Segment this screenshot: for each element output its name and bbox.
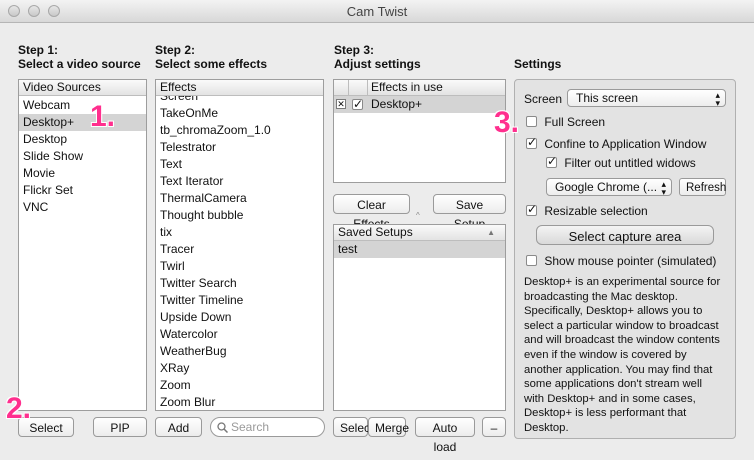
list-item[interactable]: Webcam — [19, 97, 146, 114]
search-placeholder: Search — [231, 420, 270, 434]
filter-untitled-checkbox[interactable] — [546, 154, 557, 168]
filter-untitled-option[interactable]: Filter out untitled widows — [546, 154, 696, 170]
list-item[interactable]: Twirl — [156, 258, 323, 275]
full-screen-option[interactable]: Full Screen — [526, 115, 605, 129]
step1-title: Select a video source — [18, 57, 141, 71]
confine-checkbox[interactable] — [526, 135, 537, 149]
window-title: Cam Twist — [346, 4, 408, 19]
step2-title: Select some effects — [155, 57, 268, 71]
step2-number: Step 2: — [155, 43, 196, 57]
step1-number: Step 1: — [18, 43, 59, 57]
list-item[interactable]: Twitter Search — [156, 275, 323, 292]
save-setup-button[interactable]: Save Setup — [433, 194, 506, 231]
video-sources-header[interactable]: Video Sources — [19, 80, 146, 96]
list-item[interactable]: Slide Show — [19, 148, 146, 165]
effect-in-use-label: Desktop+ — [371, 97, 423, 111]
show-pointer-label: Show mouse pointer (simulated) — [544, 254, 717, 268]
resizable-checkbox[interactable] — [526, 202, 537, 216]
add-effect-button[interactable]: Add — [155, 417, 202, 437]
auto-load-button[interactable]: Auto load — [415, 417, 475, 454]
step2-heading: Step 2: Select some effects — [155, 43, 267, 71]
saved-setups-list[interactable]: Saved Setups ▲ test — [333, 224, 506, 411]
step3-heading: Step 3: Adjust settings — [334, 43, 421, 71]
full-screen-checkbox[interactable] — [526, 116, 537, 127]
effect-in-use-row[interactable]: ✕ Desktop+ — [334, 96, 505, 113]
list-item[interactable]: Flickr Set — [19, 182, 146, 199]
list-item[interactable]: Zoom — [156, 377, 323, 394]
list-item[interactable]: Telestrator — [156, 139, 323, 156]
camtwist-window: Cam Twist Step 1: Select a video source … — [0, 0, 754, 460]
annotation-step-1: 1. — [90, 100, 116, 133]
remove-setup-button[interactable]: – — [482, 417, 506, 437]
column-divider — [349, 80, 368, 95]
list-item[interactable]: test — [334, 241, 505, 258]
effects-search-field[interactable]: Search — [210, 417, 325, 437]
remove-effect-icon[interactable]: ✕ — [336, 99, 346, 109]
pip-button[interactable]: PIP — [93, 417, 147, 437]
list-item[interactable]: TakeOnMe — [156, 105, 323, 122]
resizable-label: Resizable selection — [544, 204, 648, 218]
select-setup-button[interactable]: Select — [333, 417, 373, 437]
step3-title: Adjust settings — [334, 57, 421, 71]
filter-untitled-label: Filter out untitled widows — [564, 156, 696, 170]
saved-setups-header[interactable]: Saved Setups ▲ — [334, 225, 505, 241]
list-item[interactable]: XRay — [156, 360, 323, 377]
search-icon — [217, 422, 228, 433]
list-item[interactable]: WeatherBug — [156, 343, 323, 360]
select-capture-area-button[interactable]: Select capture area — [536, 225, 714, 245]
screen-label: Screen — [524, 92, 563, 106]
refresh-button[interactable]: Refresh — [679, 178, 726, 196]
effects-in-use-title: Effects in use — [371, 80, 443, 94]
popup-arrows-icon: ▴ ▾ — [715, 90, 720, 108]
annotation-step-2: 2. — [6, 392, 32, 425]
list-item[interactable]: Text — [156, 156, 323, 173]
screen-popup-value: This screen — [576, 91, 639, 105]
step1-heading: Step 1: Select a video source — [18, 43, 141, 71]
settings-heading: Settings — [514, 57, 562, 71]
list-item[interactable]: ThermalCamera — [156, 190, 323, 207]
effects-list[interactable]: Effects Screen TakeOnMe tb_chromaZoom_1.… — [155, 79, 324, 411]
annotation-step-3: 3. — [494, 106, 520, 139]
video-sources-list[interactable]: Video Sources Webcam Desktop+ Desktop Sl… — [18, 79, 147, 411]
step3-number: Step 3: — [334, 43, 375, 57]
list-item[interactable]: Watercolor — [156, 326, 323, 343]
show-pointer-option[interactable]: Show mouse pointer (simulated) — [526, 254, 716, 268]
list-item[interactable]: Twitter Timeline — [156, 292, 323, 309]
list-item[interactable]: tix — [156, 224, 323, 241]
splitter-handle-icon[interactable]: ^ — [416, 211, 420, 220]
application-popup[interactable]: Google Chrome (... ▴ ▾ — [546, 178, 672, 197]
merge-setup-button[interactable]: Merge — [368, 417, 409, 437]
list-item[interactable]: Tracer — [156, 241, 323, 258]
effects-in-use-header[interactable]: Effects in use — [334, 80, 505, 96]
confine-option[interactable]: Confine to Application Window — [526, 135, 707, 151]
list-item[interactable]: Zoom Blur — [156, 394, 323, 410]
list-item[interactable]: Upside Down — [156, 309, 323, 326]
popup-arrows-icon: ▴ ▾ — [661, 179, 666, 197]
sort-ascending-icon: ▲ — [487, 228, 495, 237]
list-item[interactable]: Text Iterator — [156, 173, 323, 190]
column-divider — [334, 80, 349, 95]
list-item[interactable]: Desktop — [19, 131, 146, 148]
list-item[interactable]: Movie — [19, 165, 146, 182]
clear-effects-button[interactable]: Clear Effects — [333, 194, 410, 231]
screen-popup[interactable]: This screen ▴ ▾ — [567, 89, 726, 108]
list-item[interactable]: VNC — [19, 199, 146, 216]
title-bar: Cam Twist — [0, 0, 754, 23]
list-item-selected[interactable]: Desktop+ — [19, 114, 146, 131]
list-item[interactable]: Thought bubble — [156, 207, 323, 224]
resizable-option[interactable]: Resizable selection — [526, 202, 648, 218]
list-item[interactable]: tb_chromaZoom_1.0 — [156, 122, 323, 139]
confine-label: Confine to Application Window — [544, 137, 707, 151]
effects-in-use-list[interactable]: Effects in use ✕ Desktop+ — [333, 79, 506, 183]
effects-header[interactable]: Effects — [156, 80, 323, 96]
saved-setups-title: Saved Setups — [338, 225, 413, 239]
show-pointer-checkbox[interactable] — [526, 255, 537, 266]
application-popup-value: Google Chrome (... — [555, 180, 658, 194]
effect-enabled-checkbox[interactable] — [352, 96, 363, 113]
source-description: Desktop+ is an experimental source for b… — [524, 276, 721, 434]
full-screen-label: Full Screen — [544, 115, 606, 129]
